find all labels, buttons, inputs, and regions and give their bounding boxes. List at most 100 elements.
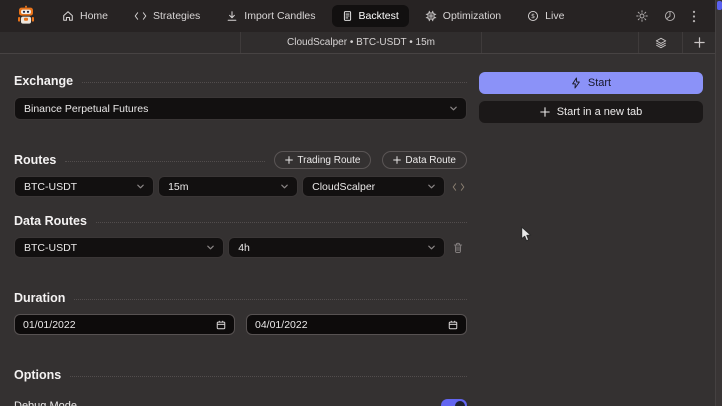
route-strategy-select[interactable]: CloudScalper (302, 176, 445, 197)
exchange-section-header: Exchange (14, 72, 467, 90)
start-date-input[interactable]: 01/01/2022 (14, 314, 235, 335)
plus-icon (694, 37, 705, 48)
duration-row: 01/01/2022 04/01/2022 (14, 314, 467, 335)
debug-mode-label: Debug Mode (14, 400, 77, 406)
session-title: CloudScalper • BTC-USDT • 15m (287, 37, 435, 48)
sessions-button[interactable] (638, 32, 682, 53)
scrollbar[interactable] (715, 0, 722, 406)
trash-icon (453, 242, 463, 253)
data-routes-heading: Data Routes (14, 214, 87, 228)
nav-item-backtest[interactable]: Backtest (332, 5, 409, 27)
route-symbol-select[interactable]: BTC-USDT (14, 176, 154, 197)
nav-label: Live (545, 10, 564, 22)
nav-item-optimization[interactable]: Optimization (415, 5, 511, 27)
debug-mode-row: Debug Mode (14, 399, 467, 406)
add-data-route-button[interactable]: Data Route (382, 151, 467, 169)
pie-chart-icon (664, 10, 676, 22)
chevron-down-icon (136, 182, 145, 191)
debug-mode-toggle[interactable] (441, 399, 467, 406)
add-trading-route-button[interactable]: Trading Route (274, 151, 371, 169)
download-icon (226, 10, 238, 22)
end-date-input[interactable]: 04/01/2022 (246, 314, 467, 335)
plus-icon (285, 156, 293, 164)
routes-heading: Routes (14, 153, 56, 167)
main-nav: Home Strategies Import Candles Backtest … (52, 5, 574, 27)
end-date-value: 04/01/2022 (255, 319, 308, 331)
new-session-button[interactable] (682, 32, 715, 53)
navbar-right-icons (636, 10, 696, 23)
exchange-heading: Exchange (14, 74, 73, 88)
nav-label: Home (80, 10, 108, 22)
start-new-tab-button[interactable]: Start in a new tab (479, 101, 703, 123)
toggle-knob (455, 401, 465, 406)
section-divider (70, 376, 467, 377)
section-divider (96, 222, 467, 223)
app-logo[interactable] (14, 4, 38, 28)
activity-gauge-button[interactable] (664, 10, 676, 22)
view-strategy-code-button[interactable] (449, 182, 467, 192)
session-tab[interactable]: CloudScalper • BTC-USDT • 15m (240, 32, 482, 53)
nav-label: Import Candles (244, 10, 315, 22)
kebab-menu-icon (692, 10, 696, 23)
scrollbar-thumb[interactable] (717, 1, 722, 10)
start-new-tab-label: Start in a new tab (557, 106, 643, 118)
delete-data-route-button[interactable] (449, 242, 467, 253)
nav-label: Strategies (153, 10, 200, 22)
home-icon (62, 10, 74, 22)
dollar-circle-icon: $ (527, 10, 539, 22)
chevron-down-icon (206, 243, 215, 252)
duration-heading: Duration (14, 291, 65, 305)
data-route-row: BTC-USDT 4h (14, 237, 467, 258)
lightning-bolt-icon (571, 77, 581, 89)
section-divider (65, 161, 265, 162)
more-menu-button[interactable] (692, 10, 696, 23)
calendar-icon (448, 320, 458, 330)
exchange-select[interactable]: Binance Perpetual Futures (14, 97, 467, 120)
section-divider (74, 299, 467, 300)
routes-section-header: Routes Trading Route Data Route (14, 151, 467, 169)
chevron-down-icon (280, 182, 289, 191)
options-section-header: Options (14, 366, 467, 384)
start-button[interactable]: Start (479, 72, 703, 94)
start-date-value: 01/01/2022 (23, 319, 76, 331)
code-icon (452, 182, 465, 192)
plus-icon (393, 156, 401, 164)
svg-text:$: $ (531, 12, 535, 20)
nav-label: Backtest (359, 10, 399, 22)
data-route-symbol-value: BTC-USDT (24, 242, 77, 254)
backtest-form: Exchange Binance Perpetual Futures Route… (14, 72, 467, 406)
sun-icon (636, 10, 648, 22)
data-route-timeframe-select[interactable]: 4h (228, 237, 445, 258)
session-toolbar: CloudScalper • BTC-USDT • 15m (0, 32, 722, 54)
code-icon (134, 11, 147, 21)
chevron-down-icon (427, 243, 436, 252)
nav-item-strategies[interactable]: Strategies (124, 5, 210, 27)
add-data-route-label: Data Route (405, 155, 456, 166)
theme-toggle-button[interactable] (636, 10, 648, 22)
options-heading: Options (14, 368, 61, 382)
add-trading-route-label: Trading Route (297, 155, 360, 166)
robot-logo-icon (15, 5, 37, 27)
route-timeframe-select[interactable]: 15m (158, 176, 298, 197)
chevron-down-icon (449, 104, 458, 113)
nav-item-home[interactable]: Home (52, 5, 118, 27)
data-route-symbol-select[interactable]: BTC-USDT (14, 237, 224, 258)
data-route-timeframe-value: 4h (238, 242, 250, 254)
trading-route-row: BTC-USDT 15m CloudScalper (14, 176, 467, 197)
start-button-label: Start (588, 77, 611, 89)
actions-panel: Start Start in a new tab (479, 72, 703, 406)
calendar-icon (216, 320, 226, 330)
route-symbol-value: BTC-USDT (24, 181, 77, 193)
toolbar-icons (638, 32, 715, 53)
nav-item-import-candles[interactable]: Import Candles (216, 5, 325, 27)
layers-icon (655, 37, 667, 49)
nav-label: Optimization (443, 10, 501, 22)
data-routes-section-header: Data Routes (14, 212, 467, 230)
nav-item-live[interactable]: $ Live (517, 5, 574, 27)
top-navbar: Home Strategies Import Candles Backtest … (0, 0, 722, 32)
section-divider (82, 82, 467, 83)
exchange-selected-value: Binance Perpetual Futures (24, 103, 148, 115)
duration-section-header: Duration (14, 289, 467, 307)
backtest-page: Exchange Binance Perpetual Futures Route… (0, 54, 722, 406)
chevron-down-icon (427, 182, 436, 191)
